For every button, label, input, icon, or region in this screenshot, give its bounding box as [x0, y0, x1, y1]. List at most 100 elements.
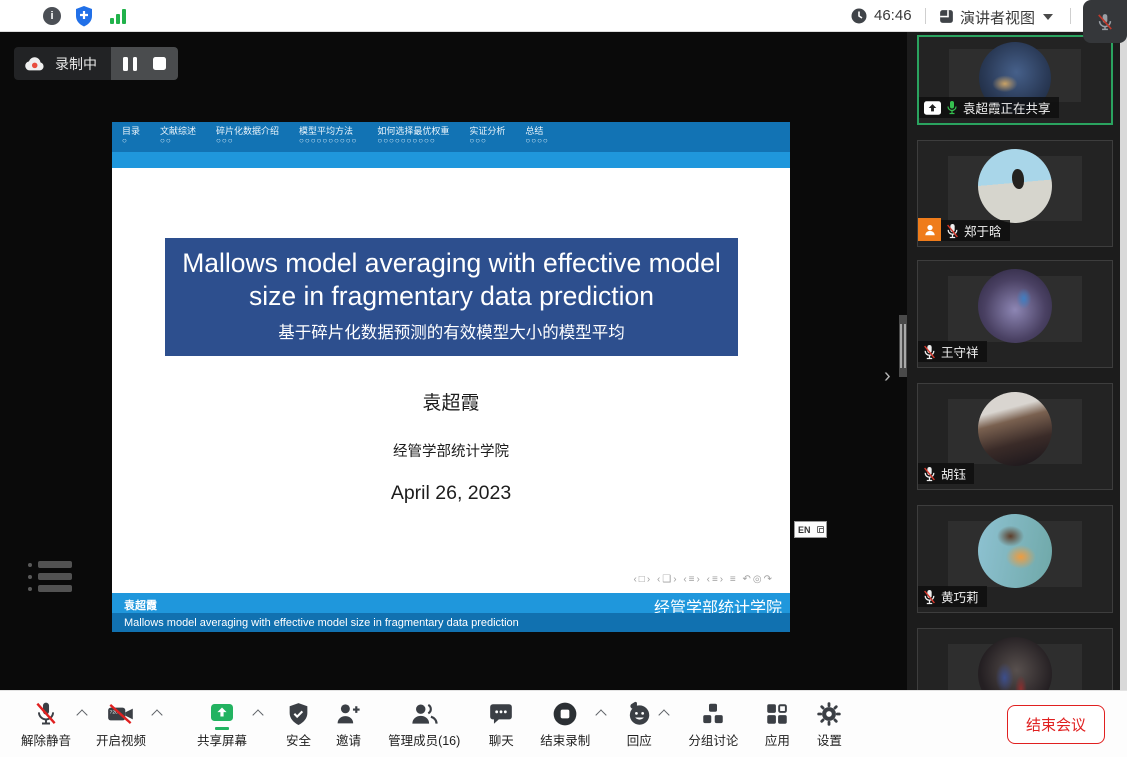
signal-strength-icon[interactable]: [110, 9, 128, 24]
speaker-view-icon: [938, 8, 955, 30]
participant-tile[interactable]: 郑于晗: [917, 140, 1113, 247]
recording-status: 录制中: [14, 47, 111, 80]
chevron-up-icon[interactable]: [660, 709, 669, 718]
share-active-indicator: [215, 727, 229, 730]
ime-language-widget[interactable]: EN: [794, 521, 827, 538]
participants-panel: 袁超霞正在共享 郑于晗 王守祥 胡钰: [907, 32, 1127, 690]
participant-name-label: 胡钰: [918, 463, 974, 484]
unmute-button[interactable]: 解除静音: [14, 694, 78, 754]
divider: [1070, 8, 1071, 24]
slide-title-chinese: 基于碎片化数据预测的有效模型大小的模型平均: [165, 319, 738, 343]
avatar: [978, 149, 1052, 223]
host-badge-icon: [918, 218, 941, 241]
info-icon[interactable]: i: [43, 7, 61, 25]
slide-date: April 26, 2023: [112, 482, 790, 505]
avatar: [978, 514, 1052, 588]
slide-title-english: Mallows model averaging with effective m…: [165, 247, 738, 314]
chevron-up-icon[interactable]: [78, 709, 87, 718]
start-video-button[interactable]: 720 开启视频: [89, 694, 153, 754]
apps-button[interactable]: 应用: [757, 694, 797, 754]
chat-icon: [488, 700, 514, 727]
mic-muted-icon: [33, 700, 59, 727]
participant-tile[interactable]: [917, 628, 1113, 690]
slide-author: 袁超霞: [112, 388, 790, 415]
cloud-recording-icon: [24, 56, 46, 72]
slide-nav-section: 总结○○○○: [525, 126, 548, 146]
mic-muted-icon: [923, 466, 936, 482]
share-screen-button[interactable]: 共享屏幕: [190, 694, 254, 754]
participant-name-label: 袁超霞正在共享: [919, 97, 1059, 118]
share-screen-icon: [208, 700, 236, 727]
presentation-slide: 目录○ 文献综述○○ 碎片化数据介绍○○○ 模型平均方法○○○○○○○○○○ 如…: [112, 122, 790, 632]
slide-nav-section: 碎片化数据介绍○○○: [216, 126, 279, 146]
recording-widget: 录制中: [14, 47, 178, 80]
invite-button[interactable]: 邀请: [328, 694, 369, 754]
participant-tile[interactable]: 黄巧莉: [917, 505, 1113, 613]
chevron-up-icon[interactable]: [254, 709, 263, 718]
chevron-up-icon[interactable]: [597, 709, 606, 718]
collapse-sidebar-chevron-icon[interactable]: ›: [884, 366, 891, 386]
pause-recording-button[interactable]: [123, 57, 137, 71]
participant-tile[interactable]: 胡钰: [917, 383, 1113, 490]
slide-nav-section: 模型平均方法○○○○○○○○○○: [299, 126, 357, 146]
slide-title-box: Mallows model averaging with effective m…: [165, 238, 738, 356]
settings-button[interactable]: 设置: [809, 694, 849, 754]
slide-accent-strip: [112, 152, 790, 168]
end-meeting-button[interactable]: 结束会议: [1007, 705, 1105, 744]
mic-muted-icon: [923, 589, 936, 605]
view-mode-selector[interactable]: 演讲者视图: [960, 7, 1035, 28]
chat-button[interactable]: 聊天: [481, 694, 521, 754]
slide-nav-section: 目录○: [122, 126, 140, 146]
stop-recording-icon: [552, 700, 578, 727]
participant-tile[interactable]: 袁超霞正在共享: [917, 35, 1113, 125]
divider: [925, 8, 926, 24]
manage-participants-button[interactable]: 管理成员(16): [381, 694, 467, 754]
meeting-top-bar: i 46:46 演讲者视图: [0, 0, 1127, 32]
sidebar-resize-handle[interactable]: [899, 315, 907, 377]
breakout-rooms-button[interactable]: 分组讨论: [681, 694, 745, 754]
slide-section-nav: 目录○ 文献综述○○ 碎片化数据介绍○○○ 模型平均方法○○○○○○○○○○ 如…: [112, 122, 790, 152]
mic-muted-icon: [946, 223, 959, 239]
security-button[interactable]: 安全: [279, 694, 318, 754]
shield-plus-icon[interactable]: [74, 5, 94, 32]
slide-nav-section: 如何选择最优权重○○○○○○○○○○: [377, 126, 449, 146]
shared-screen-stage: 录制中 目录○ 文献综述○○ 碎片化数据介绍○○○ 模型平均方法○○○○○○○○…: [0, 32, 907, 690]
slide-affiliation: 经管学部统计学院: [112, 440, 790, 461]
participant-name-label: 郑于晗: [941, 220, 1010, 241]
slide-footer-title: Mallows model averaging with effective m…: [124, 617, 519, 629]
ime-keyboard-icon: [817, 526, 824, 533]
invite-icon: [335, 700, 362, 727]
clock-icon: [851, 8, 867, 24]
ime-language-label: EN: [798, 525, 811, 535]
slide-nav-section: 实证分析○○○: [469, 126, 505, 146]
avatar: [978, 392, 1052, 466]
settings-gear-icon: [816, 700, 842, 727]
camera-off-icon: 720: [106, 700, 136, 727]
mic-muted-icon: [923, 344, 936, 360]
slide-footer-title-bar: Mallows model averaging with effective m…: [112, 613, 790, 632]
chevron-down-icon[interactable]: [1043, 14, 1053, 20]
meeting-toolbar: 解除静音 720 开启视频 共享屏幕 安全 邀请 管理成员(16): [0, 690, 1127, 757]
apps-icon: [764, 700, 790, 727]
recording-status-text: 录制中: [55, 54, 97, 74]
participant-name-label: 王守祥: [918, 341, 987, 362]
reactions-button[interactable]: 回应: [618, 694, 660, 754]
slide-footer-author: 袁超霞: [124, 597, 157, 613]
screen-share-icon: [924, 101, 941, 115]
active-speaker-mic-muted-icon: [1083, 0, 1127, 43]
participant-tile[interactable]: 王守祥: [917, 260, 1113, 368]
participant-name-label: 黄巧莉: [918, 586, 987, 607]
security-shield-icon: [286, 700, 311, 727]
mic-active-icon: [946, 100, 958, 115]
slide-nav-section: 文献综述○○: [160, 126, 196, 146]
sidebar-scrollbar[interactable]: [1120, 32, 1127, 690]
beamer-navigation-symbols: ‹□› ‹❑› ‹≡› ‹≡› ≡ ↶◎↷: [112, 574, 774, 585]
slide-footer-bar: 袁超霞 经管学部统计学院: [112, 593, 790, 613]
chevron-up-icon[interactable]: [153, 709, 162, 718]
stop-recording-button[interactable]: [153, 57, 166, 70]
reactions-icon: [625, 700, 653, 727]
breakout-rooms-icon: [700, 700, 726, 727]
end-recording-button[interactable]: 结束录制: [533, 694, 597, 754]
avatar: [978, 269, 1052, 343]
meeting-timer: 46:46: [874, 7, 912, 24]
